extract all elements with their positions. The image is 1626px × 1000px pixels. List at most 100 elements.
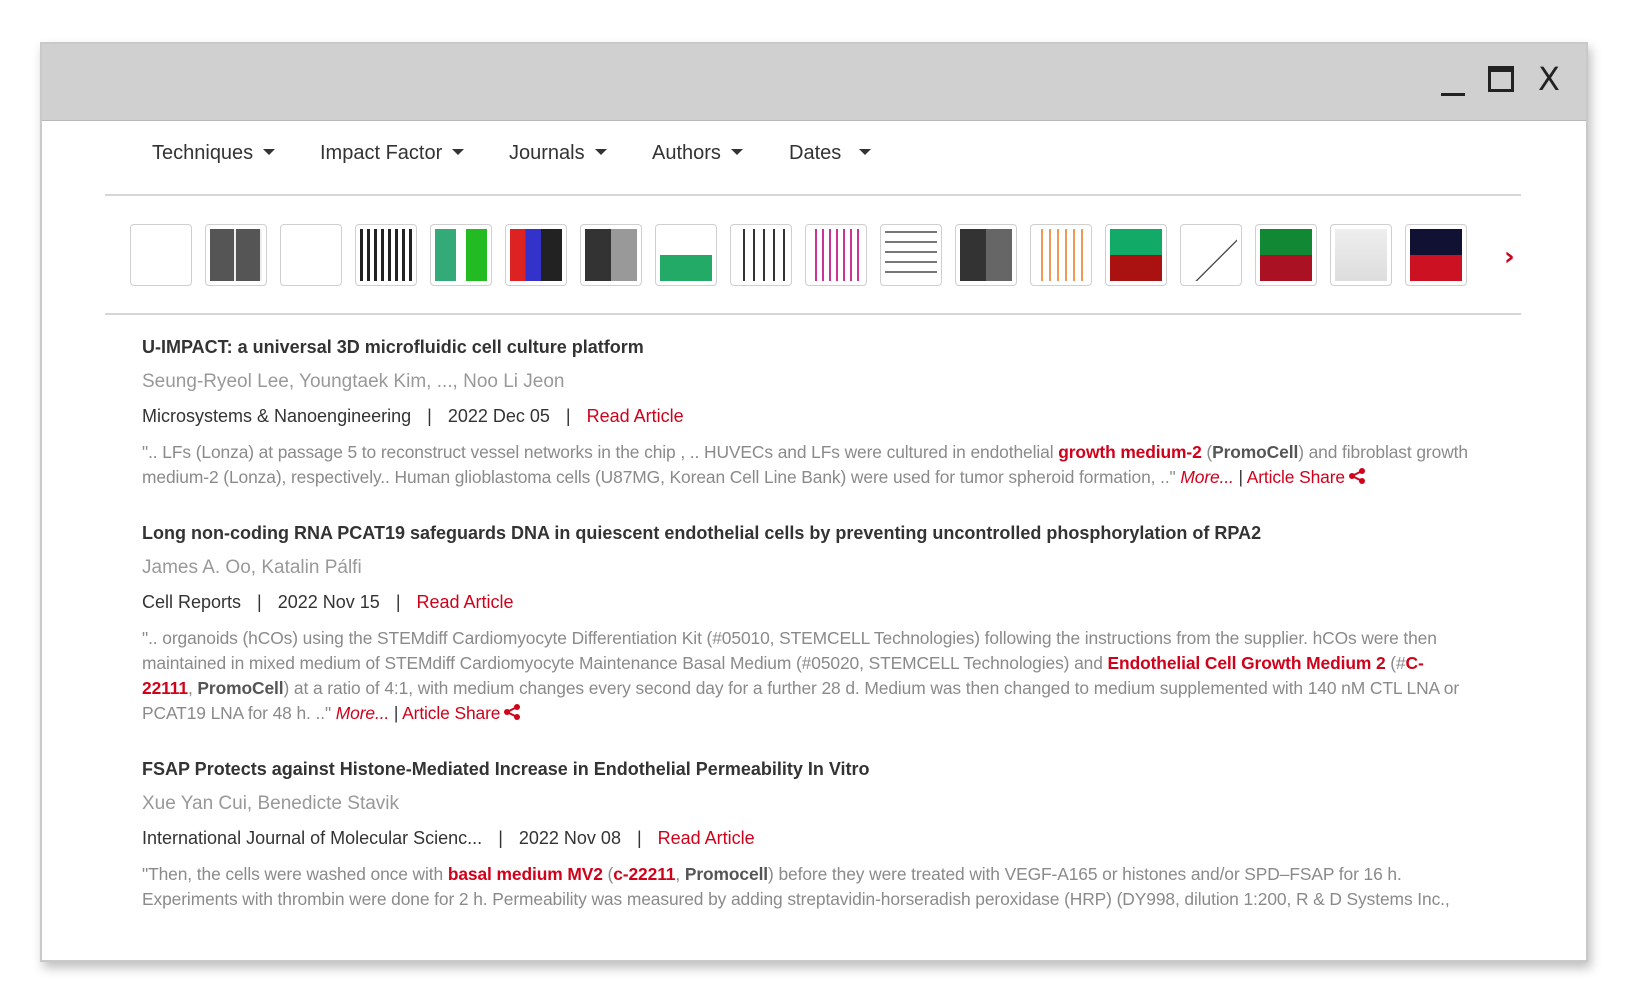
meta-separator: |	[395, 592, 401, 612]
link-divider: |	[1233, 467, 1247, 487]
figure-thumbnail-strip[interactable]	[130, 224, 1540, 290]
more-link[interactable]: More...	[1180, 467, 1234, 487]
maximize-button[interactable]	[1488, 66, 1514, 92]
figure-thumbnail-image	[1110, 229, 1162, 281]
figure-thumbnail-image	[435, 229, 487, 281]
read-article-link[interactable]: Read Article	[658, 828, 755, 848]
figure-thumbnail[interactable]	[880, 224, 942, 286]
figure-thumbnail-image	[360, 229, 412, 281]
snippet-highlight: Promocell	[684, 864, 769, 884]
filter-techniques-dropdown[interactable]: Techniques	[152, 142, 276, 165]
article-meta: International Journal of Molecular Scien…	[142, 826, 1472, 850]
article-title[interactable]: FSAP Protects against Histone-Mediated I…	[142, 756, 1472, 782]
filter-label: Authors	[652, 142, 721, 164]
divider	[105, 313, 1521, 315]
meta-separator: |	[257, 592, 262, 612]
journal-name: Cell Reports	[142, 592, 242, 612]
share-icon[interactable]	[504, 704, 521, 721]
figure-thumbnail[interactable]	[355, 224, 417, 286]
article-card: Long non-coding RNA PCAT19 safeguards DN…	[142, 520, 1472, 726]
publication-date: 2022 Dec 05	[447, 406, 550, 426]
figure-thumbnail-image	[285, 229, 337, 281]
figure-thumbnail[interactable]	[505, 224, 567, 286]
figure-thumbnail[interactable]	[1030, 224, 1092, 286]
figure-thumbnail[interactable]	[1255, 224, 1317, 286]
figure-thumbnail[interactable]	[1405, 224, 1467, 286]
meta-separator: |	[427, 406, 432, 426]
article-card: U-IMPACT: a universal 3D microfluidic ce…	[142, 334, 1472, 490]
figure-thumbnail-image	[1260, 229, 1312, 281]
journal-name: Microsystems & Nanoengineering	[142, 406, 412, 426]
filter-impact-factor-dropdown[interactable]: Impact Factor	[320, 142, 465, 165]
meta-separator: |	[498, 828, 503, 848]
figure-thumbnail-image	[885, 229, 937, 281]
article-authors: James A. Oo, Katalin Pálfi	[142, 557, 362, 578]
article-meta: Microsystems & Nanoengineering | 2022 Dec …	[142, 404, 1472, 428]
figure-thumbnail[interactable]	[1180, 224, 1242, 286]
figure-thumbnail-image	[1035, 229, 1087, 281]
figure-thumbnail-image	[810, 229, 862, 281]
title-bar: X	[42, 44, 1586, 121]
journal-name: International Journal of Molecular Scien…	[142, 828, 483, 848]
snippet-text: (#	[1385, 653, 1406, 673]
figure-thumbnail[interactable]	[805, 224, 867, 286]
filter-bar: Techniques Impact Factor Journals Author…	[42, 120, 1586, 194]
snippet-text: "Then, the cells were washed once with	[142, 864, 448, 884]
figure-thumbnail-image	[1410, 229, 1462, 281]
filter-label: Techniques	[152, 142, 254, 164]
filter-journals-dropdown[interactable]: Journals	[509, 142, 607, 165]
divider	[105, 194, 1521, 196]
meta-separator: |	[565, 406, 571, 426]
article-meta: Cell Reports | 2022 Nov 15 | Read Article	[142, 590, 1472, 614]
figure-thumbnail[interactable]	[130, 224, 192, 286]
publication-date: 2022 Nov 08	[518, 828, 621, 848]
article-results: U-IMPACT: a universal 3D microfluidic ce…	[142, 334, 1472, 942]
article-snippet: ".. LFs (Lonza) at passage 5 to reconstr…	[142, 440, 1472, 490]
figure-thumbnail[interactable]	[205, 224, 267, 286]
figure-thumbnail-image	[1185, 229, 1237, 281]
link-divider: |	[389, 703, 403, 723]
read-article-link[interactable]: Read Article	[417, 592, 514, 612]
figure-thumbnail[interactable]	[1105, 224, 1167, 286]
caret-down-icon	[452, 148, 465, 155]
read-article-link[interactable]: Read Article	[587, 406, 684, 426]
caret-down-icon	[859, 148, 872, 155]
figure-thumbnail[interactable]	[430, 224, 492, 286]
meta-separator: |	[636, 828, 642, 848]
figure-thumbnail[interactable]	[580, 224, 642, 286]
article-title[interactable]: Long non-coding RNA PCAT19 safeguards DN…	[142, 520, 1472, 546]
figure-thumbnail-image	[585, 229, 637, 281]
figure-thumbnail-image	[210, 229, 262, 281]
filter-authors-dropdown[interactable]: Authors	[652, 142, 743, 165]
close-button[interactable]: X	[1538, 62, 1572, 96]
article-share-link[interactable]: Article Share	[402, 703, 500, 723]
snippet-text: ".. LFs (Lonza) at passage 5 to reconstr…	[142, 442, 1059, 462]
figure-thumbnail-image	[510, 229, 562, 281]
chevron-right-icon[interactable]: ›	[1504, 242, 1515, 272]
figure-thumbnail[interactable]	[280, 224, 342, 286]
snippet-highlight: growth medium-2	[1058, 442, 1202, 462]
filter-label: Journals	[509, 142, 585, 164]
article-authors: Xue Yan Cui, Benedicte Stavik	[142, 793, 400, 814]
figure-thumbnail[interactable]	[1330, 224, 1392, 286]
snippet-highlight: basal medium MV2	[447, 864, 603, 884]
share-icon[interactable]	[1348, 468, 1365, 485]
minimize-button[interactable]	[1437, 64, 1471, 98]
caret-down-icon	[730, 148, 743, 155]
figure-thumbnail[interactable]	[655, 224, 717, 286]
snippet-text: ,	[187, 678, 198, 698]
figure-thumbnail-image	[1335, 229, 1387, 281]
article-snippet: "Then, the cells were washed once with b…	[142, 862, 1472, 912]
filter-label: Impact Factor	[320, 142, 443, 164]
figure-thumbnail[interactable]	[955, 224, 1017, 286]
snippet-text: (	[1201, 442, 1213, 462]
article-snippet: ".. organoids (hCOs) using the STEMdiff …	[142, 626, 1472, 726]
more-link[interactable]: More...	[336, 703, 390, 723]
snippet-highlight: Endothelial Cell Growth Medium 2	[1107, 653, 1386, 673]
article-share-link[interactable]: Article Share	[1247, 467, 1345, 487]
filter-dates-dropdown[interactable]: Dates	[789, 142, 872, 165]
figure-thumbnail-image	[735, 229, 787, 281]
figure-thumbnail[interactable]	[730, 224, 792, 286]
publication-date: 2022 Nov 15	[277, 592, 380, 612]
article-title[interactable]: U-IMPACT: a universal 3D microfluidic ce…	[142, 334, 1472, 360]
